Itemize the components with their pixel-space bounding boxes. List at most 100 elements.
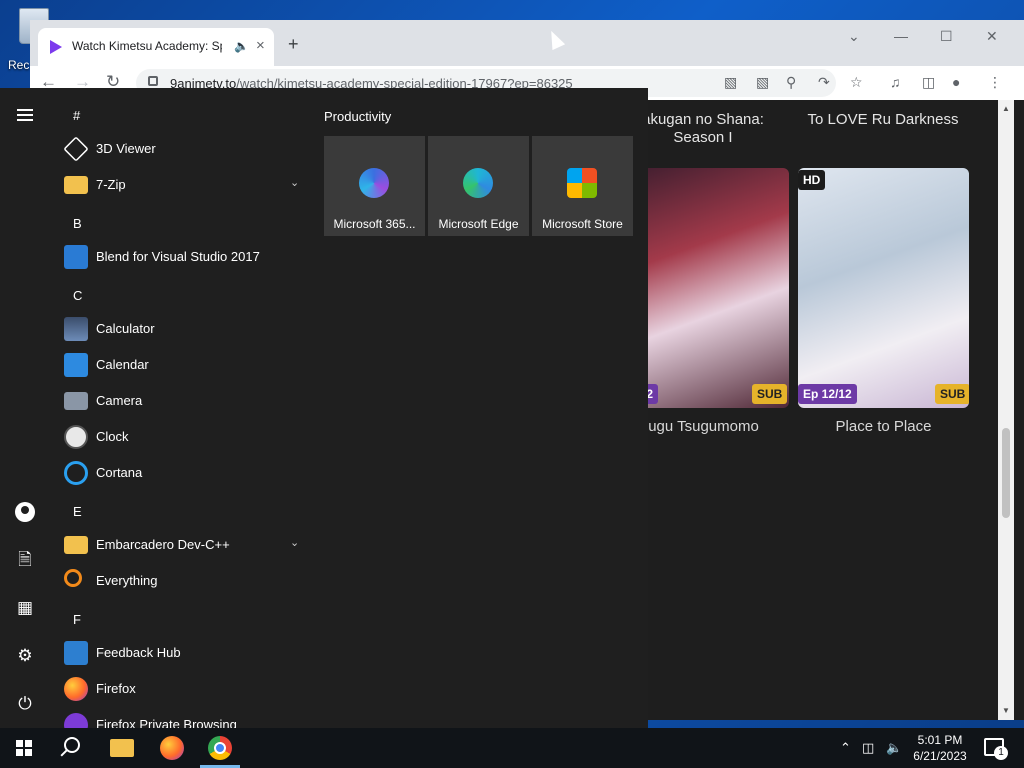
- chrome-icon: [208, 736, 232, 760]
- settings-gear-icon[interactable]: ⚙: [15, 646, 35, 666]
- app-label: Calendar: [96, 357, 149, 372]
- search-icon[interactable]: ⚲: [786, 74, 796, 91]
- minimize-icon[interactable]: —: [894, 28, 908, 44]
- new-tab-button[interactable]: +: [288, 34, 299, 55]
- app-label: 3D Viewer: [96, 141, 156, 156]
- kebab-menu-icon[interactable]: ⋮: [988, 74, 1002, 91]
- volume-muted-icon[interactable]: 🔈: [886, 740, 902, 756]
- scroll-thumb[interactable]: [1002, 428, 1010, 518]
- page-scrollbar[interactable]: ▲ ▼: [998, 100, 1014, 720]
- profile-icon[interactable]: ●: [952, 74, 960, 90]
- chevron-down-icon[interactable]: ⌄: [290, 536, 299, 549]
- app-clock[interactable]: Clock: [62, 419, 302, 455]
- user-avatar-icon[interactable]: [15, 502, 35, 522]
- tile-label: Microsoft Store: [542, 217, 623, 231]
- media-control-icon[interactable]: ♫: [890, 74, 901, 90]
- lock-icon[interactable]: [148, 76, 158, 86]
- magnifier-icon: [64, 569, 82, 587]
- app-3d-viewer[interactable]: 3D Viewer: [62, 131, 302, 167]
- hamburger-menu-icon[interactable]: [15, 106, 35, 126]
- cortana-icon: [64, 461, 88, 485]
- speaker-icon[interactable]: 🔈: [234, 39, 249, 53]
- section-letter[interactable]: B: [73, 216, 82, 231]
- app-embarcadero-folder[interactable]: Embarcadero Dev-C++ ⌄: [62, 527, 302, 563]
- camera-icon: [64, 392, 88, 410]
- sub-badge: SUB: [752, 384, 788, 404]
- start-menu: 🗎 ▦ ⚙ ⏻ # 3D Viewer 7-Zip ⌄ B Blend for …: [0, 88, 648, 728]
- app-blend[interactable]: Blend for Visual Studio 2017: [62, 239, 302, 275]
- app-label: Blend for Visual Studio 2017: [96, 249, 260, 264]
- cube-icon: [63, 136, 89, 162]
- folder-icon: [110, 739, 134, 757]
- documents-icon[interactable]: 🗎: [15, 550, 35, 570]
- tab-title: Watch Kimetsu Academy: Special Edition: [72, 39, 222, 53]
- start-button[interactable]: [0, 728, 48, 768]
- bookmark-star-icon[interactable]: ☆: [850, 74, 863, 91]
- card-title[interactable]: Place to Place: [798, 418, 969, 435]
- app-label: Camera: [96, 393, 143, 408]
- play-icon: [50, 40, 62, 54]
- power-icon[interactable]: ⏻: [15, 694, 35, 714]
- blend-icon: [64, 245, 88, 269]
- chevron-down-icon[interactable]: ⌄: [848, 28, 860, 45]
- section-letter[interactable]: E: [73, 504, 82, 519]
- calendar-icon: [64, 353, 88, 377]
- app-7zip-folder[interactable]: 7-Zip ⌄: [62, 167, 302, 203]
- scroll-down-icon[interactable]: ▼: [1002, 706, 1010, 715]
- chevron-down-icon[interactable]: ⌄: [290, 176, 299, 189]
- chevron-up-icon[interactable]: ⌃: [840, 740, 851, 756]
- app-everything[interactable]: Everything: [62, 563, 302, 599]
- tile-group-title[interactable]: Productivity: [324, 109, 391, 124]
- edge-icon: [463, 168, 493, 198]
- tile-microsoft-365[interactable]: Microsoft 365...: [324, 136, 425, 236]
- calculator-icon: [64, 317, 88, 341]
- popup-blocked-icon[interactable]: ▧: [756, 74, 769, 91]
- firefox-private-icon: [64, 713, 88, 728]
- taskbar-chrome[interactable]: [196, 728, 244, 768]
- tile-label: Microsoft 365...: [333, 217, 416, 231]
- taskbar-search-button[interactable]: [50, 728, 98, 768]
- taskbar-firefox[interactable]: [148, 728, 196, 768]
- app-label: Cortana: [96, 465, 143, 480]
- pictures-icon[interactable]: ▦: [15, 598, 35, 618]
- side-panel-icon[interactable]: ◫: [922, 74, 935, 91]
- search-icon: [64, 737, 80, 753]
- tile-label: Microsoft Edge: [438, 217, 519, 231]
- anime-poster[interactable]: HD Ep 12/12 SUB: [798, 168, 969, 408]
- window-close-icon[interactable]: ✕: [986, 28, 998, 45]
- app-feedback-hub[interactable]: Feedback Hub: [62, 635, 302, 671]
- network-icon[interactable]: ◫: [862, 740, 874, 756]
- episode-badge: Ep 12/12: [798, 384, 857, 404]
- app-calendar[interactable]: Calendar: [62, 347, 302, 383]
- taskbar-file-explorer[interactable]: [98, 728, 146, 768]
- close-icon[interactable]: ×: [256, 37, 265, 54]
- app-calculator[interactable]: Calculator: [62, 311, 302, 347]
- app-camera[interactable]: Camera: [62, 383, 302, 419]
- feedback-icon: [64, 641, 88, 665]
- app-firefox[interactable]: Firefox: [62, 671, 302, 707]
- notification-count-badge: 1: [994, 746, 1008, 760]
- app-label: Feedback Hub: [96, 645, 181, 660]
- sub-badge: SUB: [935, 384, 969, 404]
- app-firefox-private[interactable]: Firefox Private Browsing: [62, 707, 302, 728]
- tile-microsoft-store[interactable]: Microsoft Store: [532, 136, 633, 236]
- maximize-icon[interactable]: ☐: [940, 28, 953, 45]
- microsoft-365-icon: [359, 168, 389, 198]
- app-label: Clock: [96, 429, 129, 444]
- section-letter[interactable]: C: [73, 288, 82, 303]
- app-label: Everything: [96, 573, 158, 588]
- taskbar-clock[interactable]: 5:01 PM 6/21/2023: [904, 732, 976, 764]
- cast-blocked-icon[interactable]: ▧: [724, 74, 737, 91]
- start-rail: 🗎 ▦ ⚙ ⏻: [0, 88, 50, 728]
- active-tab[interactable]: Watch Kimetsu Academy: Special Edition 🔈…: [38, 28, 274, 66]
- card-title[interactable]: To LOVE Ru Darkness: [798, 111, 968, 129]
- app-label: Embarcadero Dev-C++: [96, 537, 230, 552]
- section-letter[interactable]: #: [73, 108, 80, 123]
- store-icon: [567, 168, 597, 198]
- section-letter[interactable]: F: [73, 612, 81, 627]
- app-cortana[interactable]: Cortana: [62, 455, 302, 491]
- tile-microsoft-edge[interactable]: Microsoft Edge: [428, 136, 529, 236]
- share-icon[interactable]: ↷: [818, 74, 830, 91]
- clock-time: 5:01 PM: [917, 733, 963, 747]
- scroll-up-icon[interactable]: ▲: [1002, 104, 1010, 113]
